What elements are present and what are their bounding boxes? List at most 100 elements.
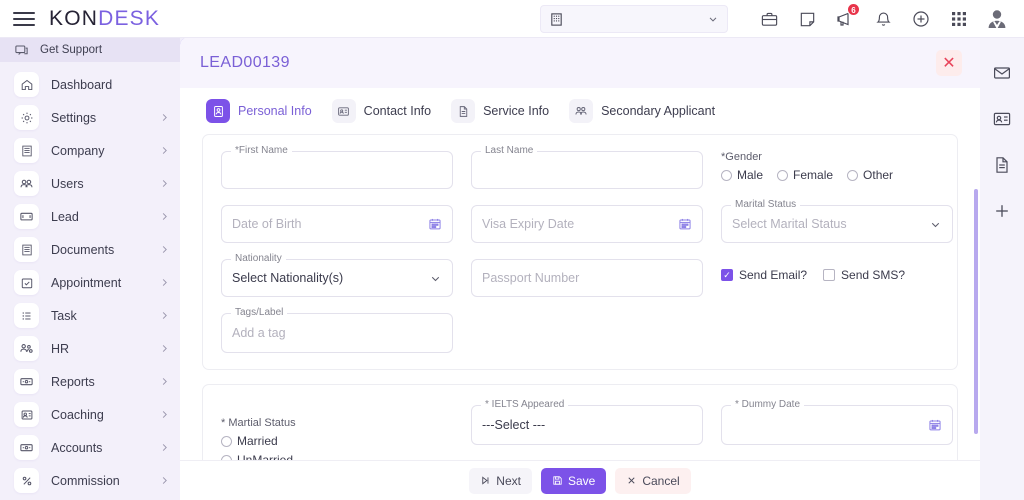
marital-status-select[interactable]: Marital Status Select Marital Status <box>721 199 953 243</box>
sidebar-item-users[interactable]: Users <box>0 167 180 200</box>
chevron-right-icon <box>159 343 170 354</box>
martial-status-radio-married[interactable]: Married <box>221 434 453 448</box>
radio-dot <box>847 169 859 181</box>
nationality-select[interactable]: Nationality Select Nationality(s) <box>221 253 453 297</box>
sidebar-item-documents[interactable]: Documents <box>0 233 180 266</box>
sidebar-item-label: Users <box>51 176 84 191</box>
dummy-date-field[interactable]: * Dummy Date <box>721 399 953 445</box>
tab-label: Contact Info <box>363 104 432 118</box>
chevron-down-icon[interactable] <box>429 272 442 285</box>
save-button[interactable]: Save <box>540 467 607 494</box>
bell-icon[interactable] <box>864 0 902 38</box>
chevron-right-icon <box>159 310 170 321</box>
sidebar-item-hr[interactable]: HR <box>0 332 180 365</box>
megaphone-icon[interactable]: 6 <box>826 0 864 38</box>
gender-option-label: Other <box>863 168 894 182</box>
tags-label: Tags/Label <box>231 307 288 318</box>
apps-grid-icon[interactable] <box>940 0 978 38</box>
first-name-label: *First Name <box>231 145 292 156</box>
mail-icon[interactable] <box>989 60 1015 86</box>
radio-dot <box>777 169 789 181</box>
note-icon[interactable] <box>788 0 826 38</box>
chevron-down-icon[interactable] <box>929 218 942 231</box>
gender-radio-female[interactable]: Female <box>777 168 833 182</box>
nationality-label: Nationality <box>231 253 286 264</box>
date-of-birth-placeholder: Date of Birth <box>232 217 302 231</box>
sidebar-item-commission[interactable]: Commission <box>0 464 180 497</box>
sidebar-item-coaching[interactable]: Coaching <box>0 398 180 431</box>
close-icon[interactable]: ✕ <box>936 50 962 76</box>
briefcase-icon[interactable] <box>750 0 788 38</box>
tags-label-field[interactable]: Tags/Label Add a tag <box>221 307 453 353</box>
sidebar-item-accounts[interactable]: Accounts <box>0 431 180 464</box>
gender-radio-other[interactable]: Other <box>847 168 893 182</box>
personal-info-card: *First Name Last Name *Gender Male Femal… <box>202 134 958 370</box>
contact-card-icon[interactable] <box>989 106 1015 132</box>
sidebar-item-appointment[interactable]: Appointment <box>0 266 180 299</box>
cancel-button[interactable]: Cancel <box>615 467 691 494</box>
send-sms-checkbox[interactable]: Send SMS? <box>823 268 905 282</box>
avatar-icon <box>984 6 1010 32</box>
sidebar-item-label: Coaching <box>51 407 104 422</box>
send-email-checkbox[interactable]: ✓ Send Email? <box>721 268 807 282</box>
gender-option-label: Male <box>737 168 764 182</box>
date-of-birth-field[interactable]: Date of Birth <box>221 205 453 243</box>
last-name-label: Last Name <box>481 145 538 156</box>
calendar-icon[interactable] <box>428 217 442 231</box>
sidebar-item-label: HR <box>51 341 70 356</box>
sidebar-item-settings[interactable]: Settings <box>0 101 180 134</box>
marital-status-group: Marital Status Select Marital Status <box>721 199 953 243</box>
document-icon <box>451 99 476 123</box>
save-button-label: Save <box>567 473 596 488</box>
two-people-icon <box>569 99 594 123</box>
chevron-right-icon <box>159 277 170 288</box>
panel-header: LEAD00139 ✕ <box>180 38 980 88</box>
first-name-field[interactable]: *First Name <box>221 145 453 189</box>
ielts-appeared-value: ---Select --- <box>482 418 546 432</box>
sidebar-item-label: Settings <box>51 110 97 125</box>
tags-placeholder: Add a tag <box>232 326 286 340</box>
sidebar-item-label: Accounts <box>51 440 103 455</box>
last-name-field[interactable]: Last Name <box>471 145 703 189</box>
dummy-date-group: * Dummy Date <box>721 399 953 445</box>
sidebar-item-dashboard[interactable]: Dashboard <box>0 68 180 101</box>
tab-service-info[interactable]: Service Info <box>443 88 557 134</box>
visa-expiry-date-field[interactable]: Visa Expiry Date <box>471 205 703 243</box>
sidebar-item-get-support[interactable]: Get Support <box>0 38 180 62</box>
hamburger-icon[interactable] <box>13 11 35 26</box>
calendar-icon[interactable] <box>928 418 942 432</box>
sidebar-item-label: Company <box>51 143 105 158</box>
sidebar-item-lead[interactable]: Lead <box>0 200 180 233</box>
nationality-group: Nationality Select Nationality(s) <box>221 253 453 297</box>
accounts-icon <box>14 435 39 460</box>
sidebar-item-reports[interactable]: Reports <box>0 365 180 398</box>
passport-placeholder: Passport Number <box>482 271 580 285</box>
plus-circle-icon[interactable] <box>902 0 940 38</box>
document-icon[interactable] <box>989 152 1015 178</box>
tab-personal-info[interactable]: Personal Info <box>198 88 320 134</box>
sidebar-item-label: Dashboard <box>51 77 113 92</box>
lead-detail-panel: LEAD00139 ✕ Personal Info Contact Info S… <box>180 38 980 500</box>
plus-icon[interactable] <box>989 198 1015 224</box>
next-button[interactable]: Next <box>469 467 532 494</box>
sidebar-item-task[interactable]: Task <box>0 299 180 332</box>
company-selector[interactable] <box>540 5 728 33</box>
martial-status-option-label: Married <box>237 434 278 448</box>
card-icon <box>14 204 39 229</box>
app-logo[interactable]: KONDESK <box>49 7 160 31</box>
marital-status-label: Marital Status <box>731 199 801 210</box>
tab-secondary-applicant[interactable]: Secondary Applicant <box>561 88 723 134</box>
calendar-icon[interactable] <box>678 217 692 231</box>
chevron-right-icon <box>159 178 170 189</box>
ielts-appeared-select[interactable]: * IELTS Appeared ---Select --- <box>471 399 703 445</box>
send-email-label: Send Email? <box>739 268 808 282</box>
tab-contact-info[interactable]: Contact Info <box>324 88 439 134</box>
passport-number-field[interactable]: Passport Number <box>471 259 703 297</box>
avatar[interactable] <box>978 0 1016 38</box>
checkbox-box <box>823 269 836 281</box>
list-icon <box>14 303 39 328</box>
sidebar-item-company[interactable]: Company <box>0 134 180 167</box>
form-scrollbar-thumb[interactable] <box>974 189 978 434</box>
gender-radio-male[interactable]: Male <box>721 168 763 182</box>
home-icon <box>14 72 39 97</box>
